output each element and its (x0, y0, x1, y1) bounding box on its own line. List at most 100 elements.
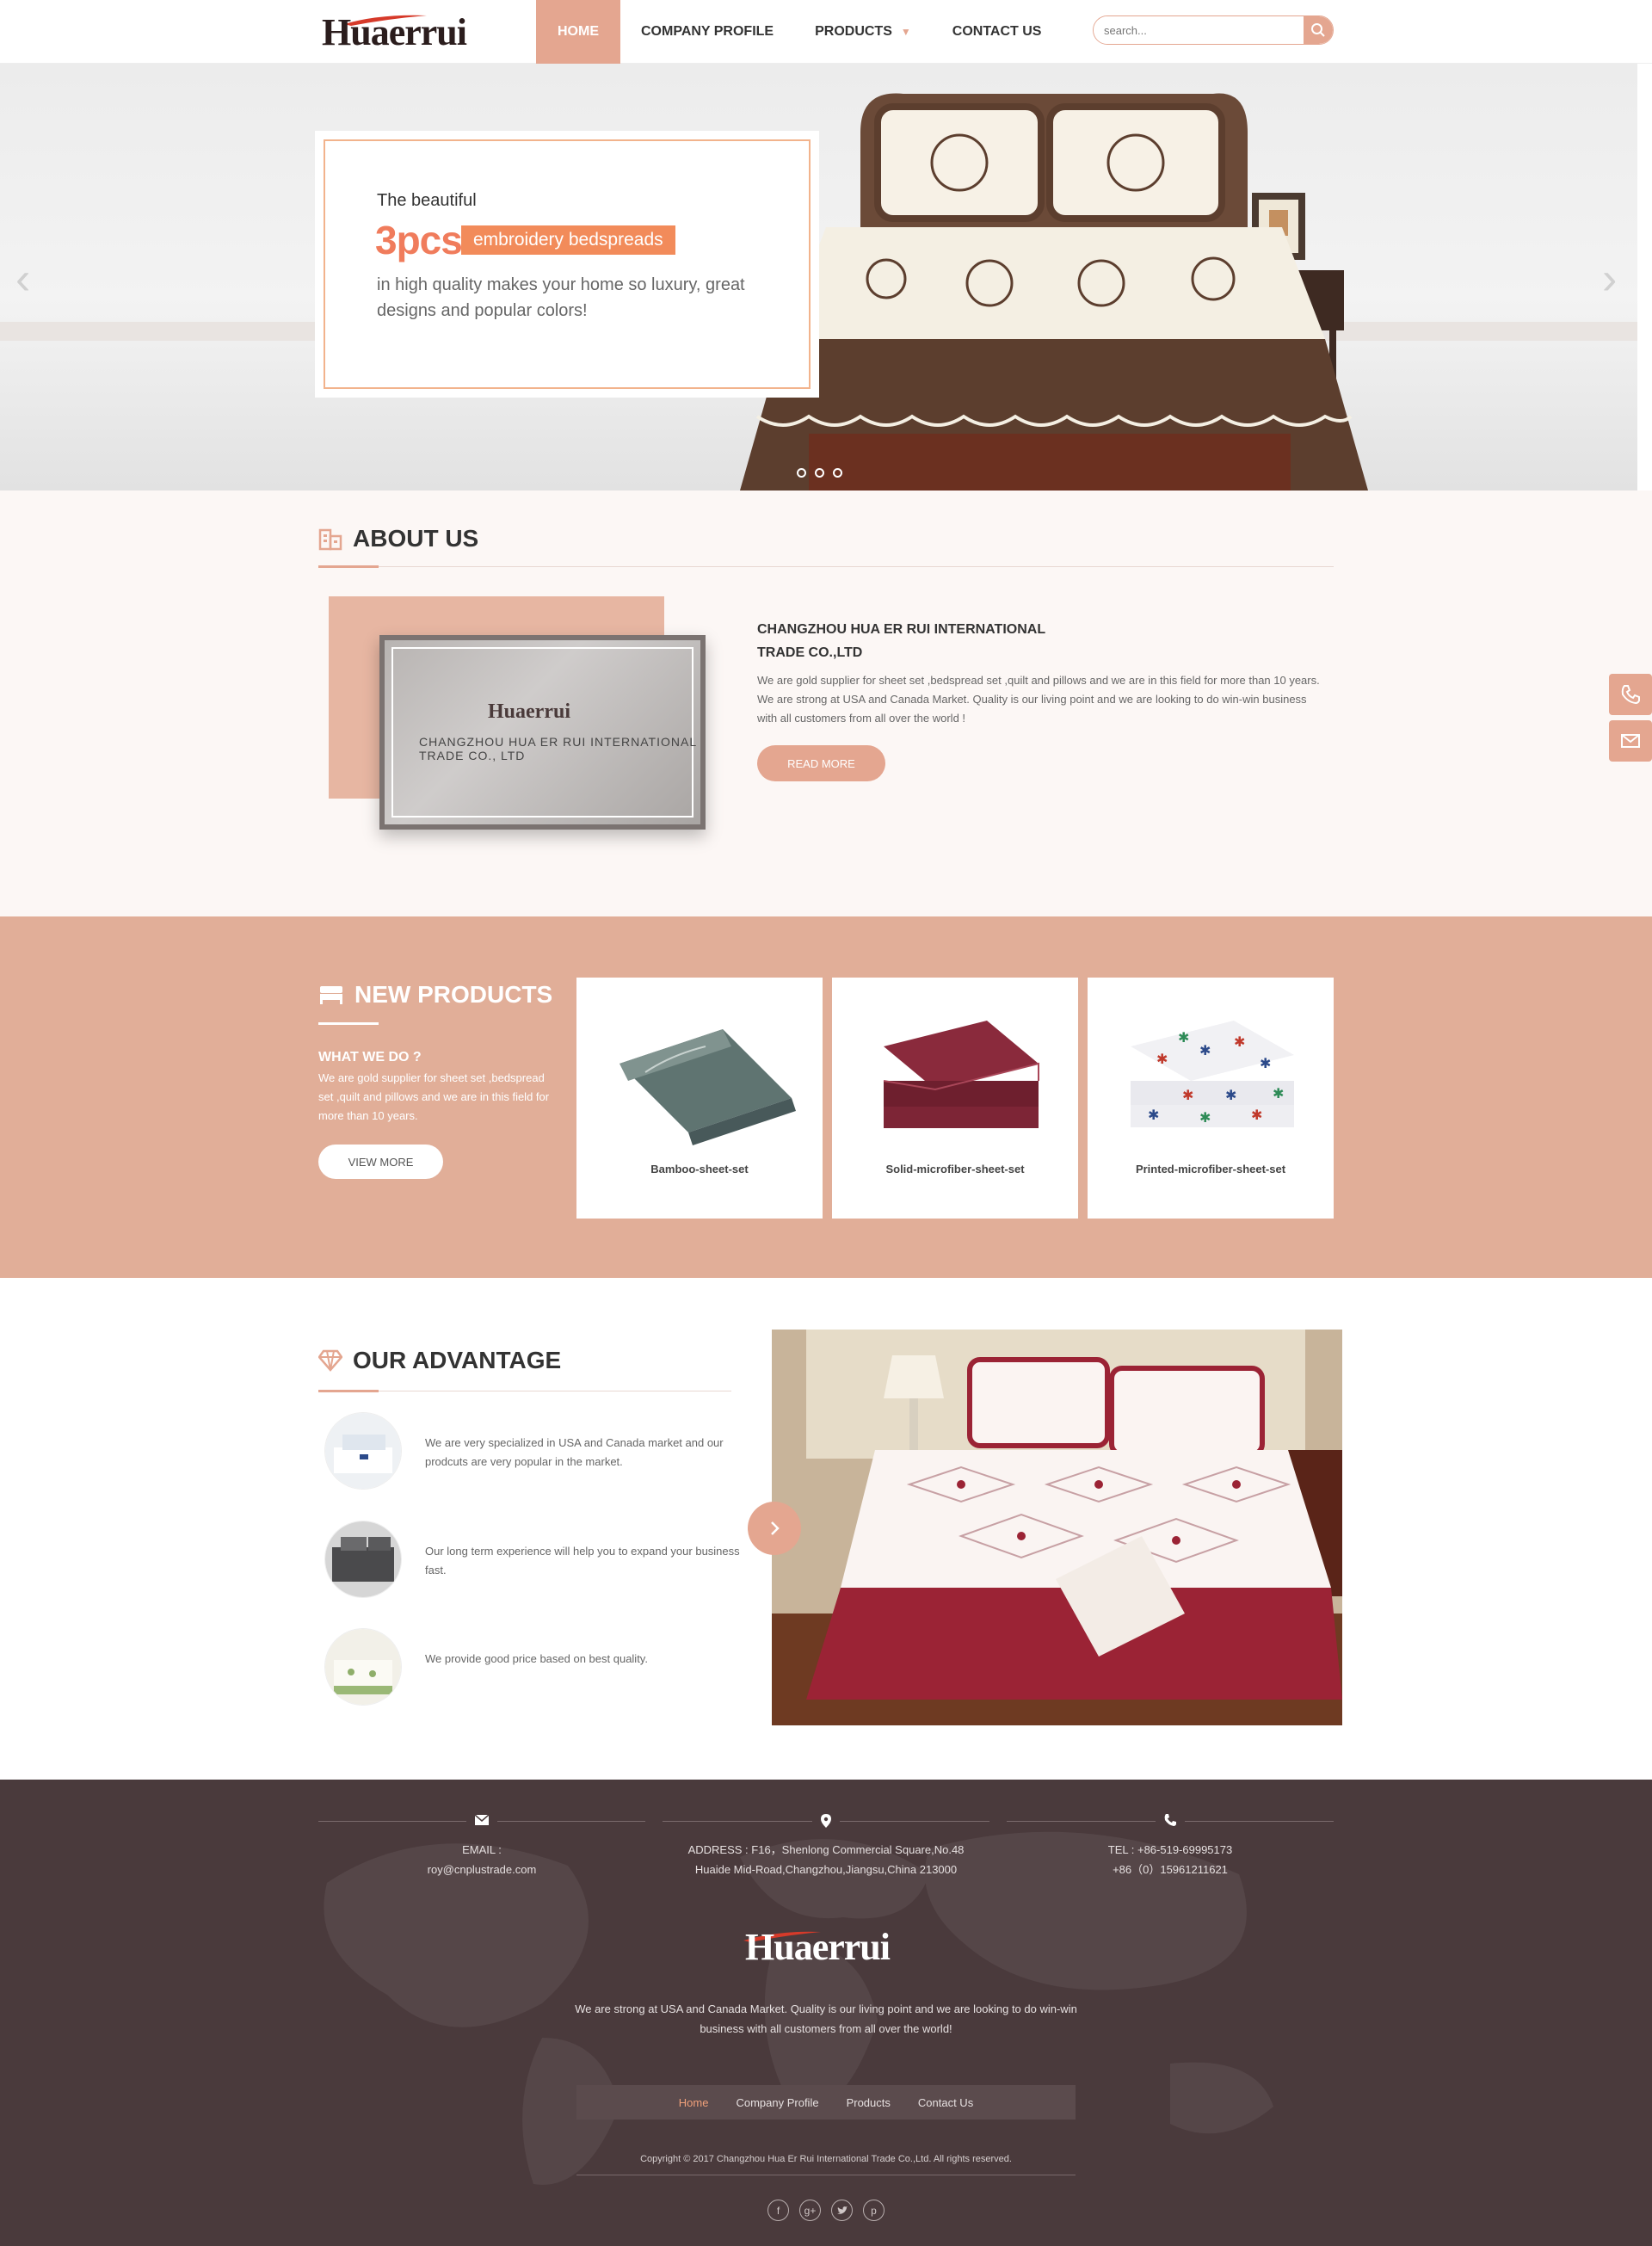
products-title-text: NEW PRODUCTS (354, 981, 553, 1008)
product-name: Solid-microfiber-sheet-set (885, 1163, 1025, 1175)
slider-dot-1[interactable] (797, 468, 806, 478)
logo-text: Huaerrui (322, 11, 467, 53)
footer-logo[interactable]: Huaerrui (740, 1922, 912, 1973)
footer-rule (318, 1814, 645, 1830)
svg-text:✱: ✱ (1251, 1108, 1262, 1123)
footer-rule (1007, 1814, 1334, 1830)
phone-button[interactable] (1609, 674, 1652, 715)
envelope-icon (1621, 734, 1640, 748)
nav-home[interactable]: HOME (536, 0, 620, 64)
footer-address-line1: ADDRESS : F16，Shenlong Commercial Square… (687, 1843, 965, 1856)
facebook-icon[interactable]: f (767, 2200, 789, 2221)
about-title-text: ABOUT US (353, 525, 479, 552)
twitter-icon[interactable] (831, 2200, 853, 2221)
view-more-button[interactable]: VIEW MORE (318, 1145, 443, 1179)
svg-text:✱: ✱ (1182, 1089, 1193, 1103)
search-button[interactable] (1304, 16, 1333, 44)
product-card[interactable]: ✱ ✱ ✱ ✱ ✱ ✱ ✱ ✱ ✱ ✱ ✱ Printed-microfiber-sheet-s… (1088, 978, 1334, 1219)
hero-tag: embroidery bedspreads (461, 225, 675, 255)
email-button[interactable] (1609, 720, 1652, 762)
about-photo-caption: CHANGZHOU HUA ER RUI INTERNATIONAL TRADE… (419, 735, 697, 762)
nav-products-label: PRODUCTS (815, 24, 892, 39)
envelope-icon (466, 1814, 497, 1830)
product-card[interactable]: Bamboo-sheet-set (576, 978, 823, 1219)
chevron-right-icon (771, 1521, 780, 1535)
svg-text:✱: ✱ (1148, 1108, 1159, 1123)
advantage-bedroom-photo (772, 1330, 1342, 1725)
footer-email-link[interactable]: roy@cnplustrade.com (318, 1860, 645, 1879)
footer-nav-products[interactable]: Products (847, 2096, 891, 2109)
product-image (620, 1029, 796, 1145)
hero-card-border: The beautiful 3pcs embroidery bedspreads… (324, 139, 811, 389)
footer-nav-company-profile[interactable]: Company Profile (736, 2096, 818, 2109)
product-name: Bamboo-sheet-set (650, 1163, 749, 1175)
new-products-section: NEW PRODUCTS WHAT WE DO ? We are gold su… (0, 916, 1652, 1278)
footer-rule (663, 1814, 989, 1832)
svg-text:✱: ✱ (1234, 1035, 1245, 1050)
svg-text:✱: ✱ (1260, 1057, 1271, 1071)
slider-dots (797, 468, 842, 478)
google-plus-icon[interactable]: g+ (799, 2200, 821, 2221)
slider-dot-2[interactable] (815, 468, 824, 478)
building-icon (318, 528, 342, 551)
product-name: Printed-microfiber-sheet-set (1135, 1163, 1286, 1175)
advantage-thumbnail (325, 1629, 401, 1705)
advantage-divider-accent (318, 1390, 379, 1392)
svg-text:✱: ✱ (1273, 1087, 1284, 1101)
read-more-button[interactable]: READ MORE (757, 745, 885, 781)
svg-text:✱: ✱ (1199, 1044, 1211, 1058)
nav-products[interactable]: PRODUCTS ▼ (794, 0, 932, 64)
advantage-item: We provide good price based on best qual… (325, 1629, 738, 1706)
advantage-item: We are very specialized in USA and Canad… (325, 1413, 738, 1490)
footer-address-line2: Huaide Mid-Road,Changzhou,Jiangsu,China … (694, 1863, 958, 1876)
search-box (1093, 15, 1334, 45)
about-photo-frame (391, 647, 693, 818)
slider-prev-arrow-icon[interactable]: ‹ (15, 253, 41, 305)
footer-email-column: EMAIL : roy@cnplustrade.com (318, 1814, 645, 1879)
products-description: We are gold supplier for sheet set ,beds… (318, 1071, 550, 1122)
footer-social-links: f g+ p (767, 2200, 885, 2221)
about-divider-accent (318, 565, 379, 568)
svg-text:✱: ✱ (1178, 1031, 1189, 1046)
products-title: NEW PRODUCTS (318, 981, 552, 1009)
nav-company-profile[interactable]: COMPANY PROFILE (620, 0, 794, 64)
phone-icon (1156, 1814, 1185, 1830)
bed-icon (320, 986, 342, 1004)
advantage-title-text: OUR ADVANTAGE (353, 1347, 562, 1373)
main-nav: HOME COMPANY PROFILE PRODUCTS ▼ CONTACT … (536, 0, 1062, 64)
footer-email-label: EMAIL : (462, 1843, 502, 1856)
footer-phone-column: TEL : +86-519-69995173 +86（0）15961211621 (1007, 1814, 1334, 1879)
footer-nav-contact-us[interactable]: Contact Us (918, 2096, 973, 2109)
product-image (883, 1021, 1039, 1128)
diamond-icon (318, 1349, 342, 1372)
about-divider (318, 566, 1334, 567)
site-logo[interactable]: Huaerrui (318, 7, 477, 55)
footer-address-column: ADDRESS : F16，Shenlong Commercial Square… (663, 1814, 989, 1879)
map-pin-icon (812, 1814, 840, 1832)
slider-dot-3[interactable] (833, 468, 842, 478)
footer-nav-home[interactable]: Home (679, 2096, 709, 2109)
advantage-title: OUR ADVANTAGE (318, 1347, 561, 1374)
products-subtitle: WHAT WE DO ? (318, 1050, 422, 1064)
chevron-down-icon: ▼ (900, 26, 911, 38)
hero-slider: The beautiful 3pcs embroidery bedspreads… (0, 64, 1637, 491)
about-company-photo: Huaerrui CHANGZHOU HUA ER RUI INTERNATIO… (379, 635, 706, 830)
nav-contact-us[interactable]: CONTACT US (932, 0, 1063, 64)
site-header: Huaerrui HOME COMPANY PROFILE PRODUCTS ▼… (0, 0, 1652, 64)
footer-tel-line2: +86（0）15961211621 (1113, 1863, 1228, 1876)
hero-promo-card: The beautiful 3pcs embroidery bedspreads… (315, 131, 819, 398)
pinterest-icon[interactable]: p (863, 2200, 885, 2221)
products-divider (318, 1022, 379, 1025)
about-section: ABOUT US Huaerrui CHANGZHOU HUA ER RUI I… (0, 491, 1652, 916)
svg-text:✱: ✱ (1199, 1111, 1211, 1126)
product-card[interactable]: Solid-microfiber-sheet-set (832, 978, 1078, 1219)
search-input[interactable] (1094, 16, 1300, 44)
product-image: ✱ ✱ ✱ ✱ ✱ ✱ ✱ ✱ ✱ ✱ ✱ (1131, 1021, 1294, 1127)
footer-nav: Home Company Profile Products Contact Us (576, 2085, 1076, 2120)
advantage-next-button[interactable] (748, 1502, 801, 1555)
footer-copyright: Copyright © 2017 Changzhou Hua Er Rui In… (576, 2154, 1076, 2175)
svg-text:✱: ✱ (1225, 1089, 1236, 1103)
hero-description: in high quality makes your home so luxur… (377, 275, 745, 320)
slider-next-arrow-icon[interactable]: › (1602, 253, 1628, 305)
side-contact-tools (1609, 674, 1652, 767)
